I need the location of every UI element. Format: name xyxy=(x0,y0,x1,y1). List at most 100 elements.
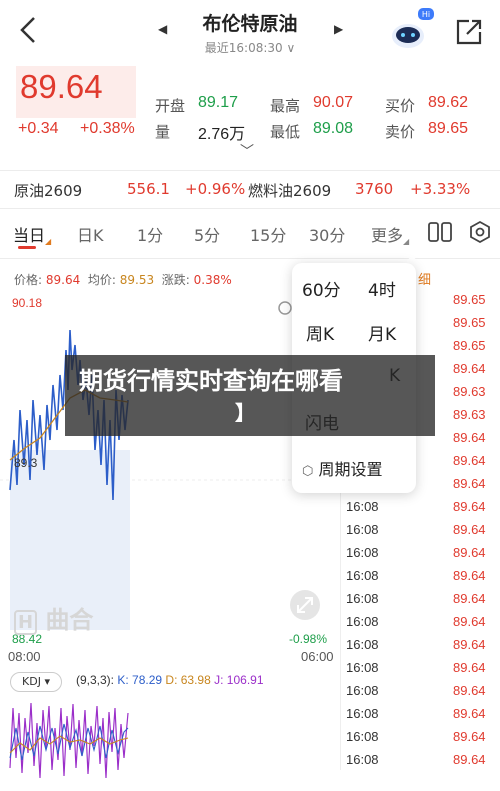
ask-label: 卖价 xyxy=(385,123,416,141)
menu-item-monthly[interactable]: 月K xyxy=(368,320,396,345)
tick-row: 16:08 89.64 xyxy=(341,522,500,545)
active-tab-indicator xyxy=(18,246,36,249)
kdj-panel: KDJ ▾ (9,3,3): K: 78.29 D: 63.98 J: 106.… xyxy=(0,668,340,791)
tick-row: 16:08 89.64 xyxy=(341,614,500,637)
chart-top-label: 90.18 xyxy=(12,296,43,310)
tick-price: 89.65 xyxy=(453,315,486,330)
tick-price: 89.64 xyxy=(453,361,486,376)
tick-time: 16:08 xyxy=(346,683,379,698)
bid-value: 89.62 xyxy=(428,94,469,111)
indicator-select[interactable]: KDJ ▾ xyxy=(10,672,62,692)
price-change-pct: +0.38% xyxy=(80,120,135,137)
tick-row: 16:08 89.64 xyxy=(341,637,500,660)
watermark-text: 曲合 xyxy=(45,606,94,634)
tick-row: 16:08 89.64 xyxy=(341,683,500,706)
price-change: +0.34 xyxy=(18,120,59,137)
related-pct-2: +3.33% xyxy=(410,180,471,198)
chart-bottom-pct: -0.98% xyxy=(289,632,328,646)
expand-chevron-icon[interactable]: ﹀ xyxy=(240,141,254,161)
kdj-values: (9,3,3): K: 78.29 D: 63.98 J: 106.91 xyxy=(76,673,264,687)
tick-price: 89.64 xyxy=(453,683,486,698)
watermark: H 曲合 xyxy=(14,600,93,635)
tick-time: 16:08 xyxy=(346,499,379,514)
tick-row: 16:08 89.64 xyxy=(341,568,500,591)
tab-5min[interactable]: 5分 xyxy=(194,222,220,246)
tab-15min[interactable]: 15分 xyxy=(250,222,286,246)
article-title-overlay: 期货行情实时查询在哪看 】 xyxy=(65,355,435,436)
tick-price: 89.64 xyxy=(453,660,486,675)
ai-assistant-icon[interactable]: Hi xyxy=(388,8,434,52)
overlay-title: 期货行情实时查询在哪看 xyxy=(79,367,343,395)
tab-intraday-label: 当日 xyxy=(13,226,46,245)
settings-icon[interactable] xyxy=(468,220,492,244)
tick-time: 16:08 xyxy=(346,614,379,629)
tick-row: 16:08 89.64 xyxy=(341,545,500,568)
period-tabs: 当日◢ 日K 1分 5分 15分 30分 更多◢ xyxy=(0,214,500,254)
tick-price: 89.64 xyxy=(453,706,486,721)
tick-row: 16:08 89.64 xyxy=(341,591,500,614)
tick-time: 16:08 xyxy=(346,752,379,767)
menu-item-weekly[interactable]: 周K xyxy=(306,320,334,345)
high-label: 最高 xyxy=(270,97,301,115)
related-contracts[interactable]: 原油2609 556.1 +0.96% 燃料油2609 3760 +3.33% xyxy=(0,176,500,206)
tick-row: 16:08 89.64 xyxy=(341,660,500,683)
detail-link[interactable]: 细 xyxy=(418,269,431,288)
divider xyxy=(0,258,500,259)
tick-time: 16:08 xyxy=(346,545,379,560)
low-label: 最低 xyxy=(270,123,301,141)
kdj-d: D: 63.98 xyxy=(165,673,211,687)
tab-more[interactable]: 更多◢ xyxy=(371,222,409,246)
tick-price: 89.64 xyxy=(453,568,486,583)
ai-badge: Hi xyxy=(422,10,430,19)
related-price-1: 556.1 xyxy=(127,180,170,198)
tab-daily-k[interactable]: 日K xyxy=(77,222,104,246)
tick-price: 89.64 xyxy=(453,499,486,514)
related-pct-1: +0.96% xyxy=(185,180,246,198)
open-value: 89.17 xyxy=(198,94,239,111)
ask-value: 89.65 xyxy=(428,120,469,137)
related-name-2[interactable]: 燃料油2609 xyxy=(248,180,331,201)
kdj-k: K: 78.29 xyxy=(117,673,163,687)
divider xyxy=(0,208,500,209)
info-chg: 0.38% xyxy=(193,273,232,287)
tab-intraday-corner-icon: ◢ xyxy=(45,237,52,246)
kdj-params: (9,3,3): xyxy=(76,673,115,687)
tick-price: 89.64 xyxy=(453,453,486,468)
tab-intraday[interactable]: 当日◢ xyxy=(13,222,51,246)
header-bar: ◀ ▶ 布伦特原油 最近16:08:30 ∨ Hi xyxy=(0,0,500,62)
tab-1min[interactable]: 1分 xyxy=(137,222,163,246)
tick-time: 16:08 xyxy=(346,637,379,652)
menu-item-period-settings[interactable]: ⬡ 周期设置 xyxy=(302,456,382,480)
related-name-1[interactable]: 原油2609 xyxy=(14,180,82,201)
kdj-chart xyxy=(9,702,129,779)
menu-item-4hour[interactable]: 4时 xyxy=(368,276,396,301)
tick-time: 16:08 xyxy=(346,729,379,744)
eye-icon[interactable] xyxy=(278,301,292,315)
high-value: 90.07 xyxy=(313,94,354,111)
tick-row: 16:08 89.64 xyxy=(341,729,500,752)
period-settings-label: 周期设置 xyxy=(318,460,383,479)
tick-price: 89.65 xyxy=(453,292,486,307)
kdj-j: J: 106.91 xyxy=(214,673,264,687)
bid-label: 买价 xyxy=(385,97,416,115)
tick-price: 89.64 xyxy=(453,752,486,767)
tick-price: 89.64 xyxy=(453,591,486,606)
share-icon[interactable] xyxy=(455,18,483,46)
tick-time: 16:08 xyxy=(346,568,379,583)
info-avg-label: 均价: xyxy=(87,273,116,287)
tick-time: 16:08 xyxy=(346,591,379,606)
volume-value: 2.76万 xyxy=(198,126,246,143)
chart-mid-label: 89.3 xyxy=(14,456,38,470)
open-label: 开盘 xyxy=(155,97,186,115)
info-chg-label: 涨跌: xyxy=(161,273,190,287)
split-view-icon[interactable] xyxy=(428,222,452,242)
volume-label: 量 xyxy=(155,123,171,141)
low-value: 89.08 xyxy=(313,120,354,137)
divider xyxy=(0,170,500,171)
menu-item-60min[interactable]: 60分 xyxy=(302,276,341,301)
tick-price: 89.65 xyxy=(453,338,486,353)
tab-30min[interactable]: 30分 xyxy=(309,222,345,246)
tick-price: 89.64 xyxy=(453,430,486,445)
tick-price: 89.64 xyxy=(453,729,486,744)
tab-more-corner-icon: ◢ xyxy=(403,237,410,246)
